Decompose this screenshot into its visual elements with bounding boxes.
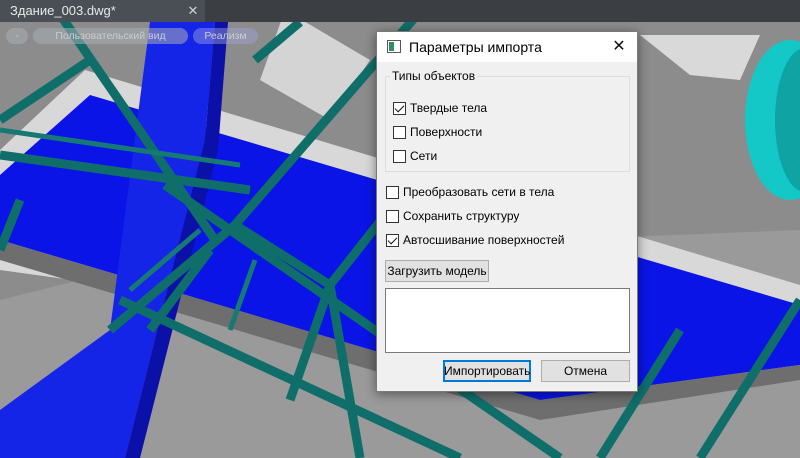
import-log-textarea[interactable]: [385, 288, 630, 353]
dialog-title: Параметры импорта: [409, 39, 542, 55]
import-settings-dialog: Параметры импорта ✕ Типы объектов Тверды…: [376, 31, 638, 392]
checkbox-label: Сети: [410, 149, 438, 163]
checkbox-label: Автосшивание поверхностей: [403, 233, 565, 247]
checkbox-label: Твердые тела: [410, 101, 488, 115]
checkbox-icon[interactable]: [386, 209, 399, 223]
document-tab-bar: Здание_003.dwg* ✕: [0, 0, 800, 22]
close-icon[interactable]: ✕: [186, 0, 200, 22]
window-icon: [387, 40, 401, 53]
visual-style-button[interactable]: Реализм: [193, 28, 258, 44]
document-tab-label: Здание_003.dwg*: [10, 3, 116, 18]
import-button[interactable]: Импортировать: [443, 360, 531, 382]
checkbox-icon[interactable]: [386, 185, 399, 199]
view-mode-button[interactable]: Пользовательский вид: [33, 28, 188, 44]
close-icon[interactable]: ✕: [603, 34, 635, 60]
checkbox-label: Преобразовать сети в тела: [403, 185, 555, 199]
checkbox-checked-icon[interactable]: [386, 233, 399, 247]
cancel-button[interactable]: Отмена: [541, 360, 630, 382]
keep-structure-option[interactable]: Сохранить структуру: [386, 208, 519, 224]
load-model-button[interactable]: Загрузить модель: [385, 260, 489, 282]
checkbox-checked-icon[interactable]: [393, 101, 406, 115]
checkbox-icon[interactable]: [393, 125, 406, 139]
surfaces-option[interactable]: Поверхности: [393, 124, 482, 140]
document-tab[interactable]: Здание_003.dwg* ✕: [0, 0, 205, 22]
checkbox-icon[interactable]: [393, 149, 406, 163]
checkbox-label: Поверхности: [410, 125, 483, 139]
auto-stitch-option[interactable]: Автосшивание поверхностей: [386, 232, 564, 248]
checkbox-label: Сохранить структуру: [403, 209, 520, 223]
convert-meshes-option[interactable]: Преобразовать сети в тела: [386, 184, 554, 200]
viewport-menu-button[interactable]: -: [6, 28, 28, 44]
group-title: Типы объектов: [390, 69, 478, 83]
solids-option[interactable]: Твердые тела: [393, 100, 487, 116]
dialog-titlebar[interactable]: Параметры импорта ✕: [377, 32, 637, 62]
meshes-option[interactable]: Сети: [393, 148, 437, 164]
